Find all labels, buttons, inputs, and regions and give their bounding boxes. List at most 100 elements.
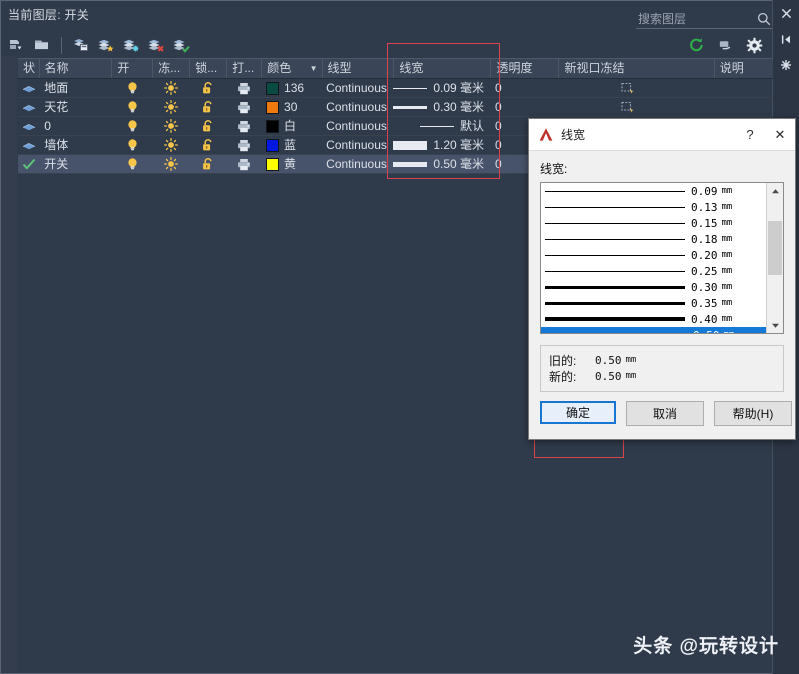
new-group-filter-icon[interactable] <box>31 34 53 56</box>
lineweight-option[interactable]: 0.20mm <box>541 247 766 263</box>
cell-lock[interactable] <box>189 98 226 116</box>
set-current-layer-icon[interactable] <box>170 34 192 56</box>
col-header-lineweight[interactable]: 线宽 <box>394 59 491 78</box>
col-header-description[interactable]: 说明 <box>715 59 773 78</box>
cell-plot[interactable] <box>226 136 261 154</box>
cell-lineweight[interactable]: 0.09 毫米 <box>393 79 490 97</box>
cell-lineweight[interactable]: 0.50 毫米 <box>393 155 490 173</box>
cell-lineweight[interactable]: 默认 <box>393 117 490 135</box>
cell-freeze[interactable] <box>153 136 190 154</box>
cell-linetype[interactable]: Continuous <box>321 117 393 135</box>
cell-status[interactable] <box>18 136 39 154</box>
close-icon[interactable]: ✕ <box>765 120 795 150</box>
cell-lineweight[interactable]: 1.20 毫米 <box>393 136 490 154</box>
cell-name[interactable]: 墙体 <box>39 136 112 154</box>
cell-status[interactable] <box>18 155 39 173</box>
lineweight-option[interactable]: 0.30mm <box>541 279 766 295</box>
col-header-color[interactable]: 颜色 ▼ <box>262 59 322 78</box>
scroll-down-icon[interactable] <box>767 317 783 333</box>
new-layer-vp-frozen-icon[interactable] <box>120 34 142 56</box>
lineweight-option[interactable]: 0.13mm <box>541 199 766 215</box>
cell-color[interactable]: 黄 <box>261 155 321 173</box>
cell-on[interactable] <box>112 98 153 116</box>
cell-freeze[interactable] <box>153 155 190 173</box>
cell-lock[interactable] <box>189 136 226 154</box>
lineweight-option[interactable]: 0.09mm <box>541 183 766 199</box>
cell-description[interactable] <box>715 79 773 97</box>
lineweight-option[interactable]: 0.25mm <box>541 263 766 279</box>
help-text-button[interactable]: 帮助(H) <box>714 401 792 426</box>
col-header-on[interactable]: 开 <box>112 59 153 78</box>
cell-linetype[interactable]: Continuous <box>321 155 393 173</box>
cell-plot[interactable] <box>226 117 261 135</box>
cell-on[interactable] <box>112 136 153 154</box>
cell-linetype[interactable]: Continuous <box>321 98 393 116</box>
cell-lock[interactable] <box>189 79 226 97</box>
cell-vp-freeze[interactable] <box>558 98 715 116</box>
new-property-filter-icon[interactable] <box>6 34 28 56</box>
refresh-icon[interactable] <box>685 34 707 56</box>
cell-name[interactable]: 开关 <box>39 155 112 173</box>
search-input[interactable] <box>636 11 772 29</box>
layer-states-manager-icon[interactable] <box>70 34 92 56</box>
cell-name[interactable]: 天花 <box>39 98 112 116</box>
cell-status[interactable] <box>18 117 39 135</box>
cancel-button[interactable]: 取消 <box>626 401 704 426</box>
cell-color[interactable]: 136 <box>261 79 321 97</box>
table-row[interactable]: 天花 30Continuous0.30 毫米0 <box>18 98 773 117</box>
close-panel-icon[interactable] <box>773 0 799 26</box>
cell-transparency[interactable]: 0 <box>490 79 558 97</box>
col-header-vp-freeze[interactable]: 新视口冻结 <box>559 59 714 78</box>
col-header-linetype[interactable]: 线型 <box>323 59 395 78</box>
new-layer-icon[interactable] <box>95 34 117 56</box>
scrollbar-thumb[interactable] <box>768 221 782 275</box>
cell-transparency[interactable]: 0 <box>490 98 558 116</box>
lineweight-option[interactable]: 0.40mm <box>541 311 766 327</box>
lineweight-option[interactable]: 0.15mm <box>541 215 766 231</box>
lineweight-option[interactable]: 0.18mm <box>541 231 766 247</box>
cell-plot[interactable] <box>226 79 261 97</box>
help-button[interactable]: ? <box>735 120 765 150</box>
cell-freeze[interactable] <box>153 79 190 97</box>
cell-linetype[interactable]: Continuous <box>321 79 393 97</box>
lineweight-option[interactable]: 0.35mm <box>541 295 766 311</box>
cell-vp-freeze[interactable] <box>558 79 715 97</box>
cell-plot[interactable] <box>226 98 261 116</box>
delete-layer-icon[interactable] <box>145 34 167 56</box>
cell-plot[interactable] <box>226 155 261 173</box>
cell-lock[interactable] <box>189 117 226 135</box>
cell-lineweight[interactable]: 0.30 毫米 <box>393 98 490 116</box>
search-icon[interactable] <box>757 12 771 31</box>
cell-status[interactable] <box>18 98 39 116</box>
col-header-name[interactable]: 名称 <box>40 59 113 78</box>
col-header-freeze[interactable]: 冻... <box>153 59 190 78</box>
cell-description[interactable] <box>715 98 773 116</box>
cell-lock[interactable] <box>189 155 226 173</box>
cell-color[interactable]: 蓝 <box>261 136 321 154</box>
cell-on[interactable] <box>112 155 153 173</box>
collapse-panel-icon[interactable] <box>773 26 799 52</box>
table-row[interactable]: 地面 136Continuous0.09 毫米0 <box>18 79 773 98</box>
col-header-lock[interactable]: 锁... <box>190 59 227 78</box>
sort-desc-icon[interactable]: ▼ <box>310 59 318 78</box>
cell-color[interactable]: 30 <box>261 98 321 116</box>
lineweight-option[interactable]: 0.50mm <box>541 327 766 333</box>
panel-options-icon[interactable] <box>773 52 799 78</box>
lineweight-list[interactable]: 0.09mm0.13mm0.15mm0.18mm0.20mm0.25mm0.30… <box>540 182 784 334</box>
cell-on[interactable] <box>112 79 153 97</box>
cell-freeze[interactable] <box>153 117 190 135</box>
cell-name[interactable]: 0 <box>39 117 112 135</box>
cell-name[interactable]: 地面 <box>39 79 112 97</box>
scroll-up-icon[interactable] <box>767 183 783 199</box>
cell-color[interactable]: 白 <box>261 117 321 135</box>
cell-linetype[interactable]: Continuous <box>321 136 393 154</box>
col-header-plot[interactable]: 打... <box>227 59 262 78</box>
layer-isolate-icon[interactable] <box>714 34 736 56</box>
col-header-status[interactable]: 状 <box>18 59 40 78</box>
lineweight-scrollbar[interactable] <box>766 183 783 333</box>
settings-gear-icon[interactable] <box>743 34 765 56</box>
ok-button[interactable]: 确定 <box>540 401 616 424</box>
cell-freeze[interactable] <box>153 98 190 116</box>
dialog-titlebar[interactable]: 线宽 ? ✕ <box>529 119 795 151</box>
cell-status[interactable] <box>18 79 39 97</box>
